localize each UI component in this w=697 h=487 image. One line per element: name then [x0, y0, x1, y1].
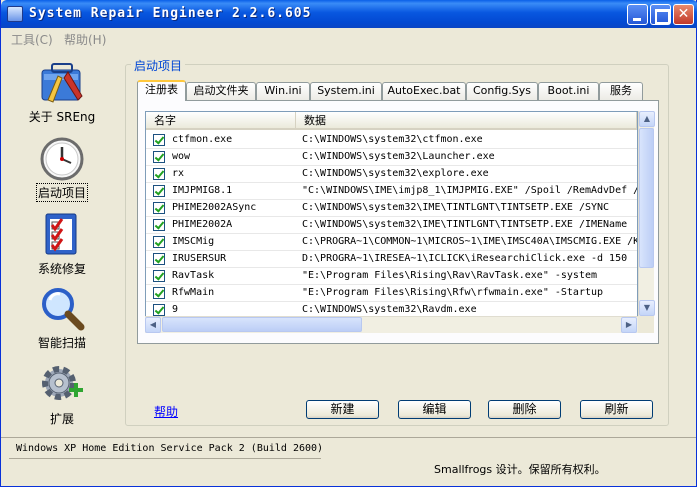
minimize-button[interactable]	[627, 4, 648, 25]
table-row[interactable]: wow C:\WINDOWS\system32\Launcher.exe	[146, 149, 637, 166]
scrollbar-corner	[638, 316, 654, 333]
menu-help[interactable]: 帮助(H)	[64, 31, 106, 48]
enabled-checkbox[interactable]	[153, 151, 165, 163]
row-name: RavTask	[172, 270, 215, 281]
maximize-button[interactable]	[650, 4, 671, 25]
sidebar-item-about[interactable]: 关于 SREng	[7, 60, 117, 125]
row-value: C:\WINDOWS\system32\ctfmon.exe	[302, 134, 483, 145]
table-row[interactable]: IMSCMig C:\PROGRA~1\COMMON~1\MICROS~1\IME…	[146, 234, 637, 251]
table-row[interactable]: IRUSERSUR D:\PROGRA~1\IRESEA~1\ICLICK\iRe…	[146, 251, 637, 268]
table-row[interactable]: ctfmon.exe C:\WINDOWS\system32\ctfmon.exe	[146, 132, 637, 149]
startup-list[interactable]: 名字 数据 ctfmon.exe C:\WINDOWS\system32\ctfm…	[145, 111, 638, 333]
table-row[interactable]: PHIME2002ASync C:\WINDOWS\system32\IME\TI…	[146, 200, 637, 217]
menu-tools[interactable]: 工具(C)	[11, 31, 53, 48]
sidebar-item-extend[interactable]: 扩展	[7, 362, 117, 427]
enabled-checkbox[interactable]	[153, 304, 165, 316]
row-name: IRUSERSUR	[172, 253, 227, 264]
enabled-checkbox[interactable]	[153, 253, 165, 265]
table-row[interactable]: RavTask "E:\Program Files\Rising\Rav\RavT…	[146, 268, 637, 285]
horizontal-scroll-thumb[interactable]	[162, 317, 362, 332]
enabled-checkbox[interactable]	[153, 287, 165, 299]
vertical-scrollbar[interactable]: ▲ ▼	[638, 111, 655, 316]
gear-plus-icon	[42, 366, 83, 400]
sidebar-item-label: 关于 SREng	[28, 110, 96, 124]
edit-button[interactable]: 编辑	[398, 400, 471, 419]
scroll-left-button[interactable]: ◀	[145, 317, 161, 333]
row-name: RfwMain	[172, 287, 215, 298]
row-name: IMJPMIG8.1	[172, 185, 233, 196]
enabled-checkbox[interactable]	[153, 134, 165, 146]
scroll-down-button[interactable]: ▼	[639, 300, 655, 316]
vertical-scroll-thumb[interactable]	[639, 128, 654, 268]
magnifier-icon	[42, 288, 85, 331]
row-name: rx	[172, 168, 185, 179]
row-value: C:\WINDOWS\system32\explore.exe	[302, 168, 489, 179]
column-header-name[interactable]: 名字	[146, 112, 296, 130]
scroll-right-button[interactable]: ▶	[621, 317, 637, 333]
tab-registry[interactable]: 注册表	[137, 80, 186, 101]
clock-icon	[40, 137, 84, 181]
row-value: C:\WINDOWS\system32\Launcher.exe	[302, 151, 495, 162]
row-name: PHIME2002A	[172, 219, 233, 230]
sidebar-item-label: 系统修复	[37, 262, 86, 276]
sidebar-item-startup[interactable]: 启动项目	[7, 136, 117, 202]
enabled-checkbox[interactable]	[153, 236, 165, 248]
tab-services[interactable]: 服务	[599, 82, 643, 100]
row-value: "E:\Program Files\Rising\Rfw\rfwmain.exe…	[302, 287, 604, 298]
sidebar-item-label: 智能扫描	[37, 336, 86, 350]
group-title: 启动项目	[131, 57, 186, 74]
row-value: C:\PROGRA~1\COMMON~1\MICROS~1\IME\IMSC40…	[302, 236, 637, 247]
close-button[interactable]: ✕	[673, 4, 694, 25]
scroll-up-button[interactable]: ▲	[639, 111, 655, 127]
about-toolbox-icon	[41, 63, 83, 103]
title-bar[interactable]: System Repair Engineer 2.2.6.605 ✕	[1, 0, 697, 28]
menu-bar: 工具(C) 帮助(H)	[1, 28, 696, 48]
tab-config-sys[interactable]: Config.Sys	[466, 82, 538, 100]
checklist-icon	[45, 213, 77, 255]
table-row[interactable]: PHIME2002A C:\WINDOWS\system32\IME\TINTLG…	[146, 217, 637, 234]
window-title: System Repair Engineer 2.2.6.605	[29, 6, 312, 21]
row-value: C:\WINDOWS\system32\IME\TINTLGNT\TINTSET…	[302, 219, 628, 230]
tab-win-ini[interactable]: Win.ini	[256, 82, 310, 100]
sidebar-item-smart-scan[interactable]: 智能扫描	[7, 286, 117, 351]
new-button[interactable]: 新建	[306, 400, 379, 419]
row-name: wow	[172, 151, 191, 162]
row-value: D:\PROGRA~1\IRESEA~1\ICLICK\iResearchiCl…	[302, 253, 628, 264]
row-value: C:\WINDOWS\system32\IME\TINTLGNT\TINTSET…	[302, 202, 610, 213]
row-name: ctfmon.exe	[172, 134, 233, 145]
row-name: PHIME2002ASync	[172, 202, 257, 213]
table-row[interactable]: rx C:\WINDOWS\system32\explore.exe	[146, 166, 637, 183]
enabled-checkbox[interactable]	[153, 270, 165, 282]
close-icon: ✕	[677, 6, 690, 22]
tab-boot-ini[interactable]: Boot.ini	[538, 82, 599, 100]
tab-system-ini[interactable]: System.ini	[310, 82, 382, 100]
enabled-checkbox[interactable]	[153, 219, 165, 231]
column-header-data[interactable]: 数据	[296, 112, 637, 130]
enabled-checkbox[interactable]	[153, 185, 165, 197]
os-version-text: Windows XP Home Edition Service Pack 2 (…	[16, 443, 324, 454]
delete-button[interactable]: 删除	[488, 400, 561, 419]
tab-startup-folder[interactable]: 启动文件夹	[186, 82, 256, 100]
help-link[interactable]: 帮助	[154, 403, 178, 420]
horizontal-scrollbar[interactable]: ◀ ▶	[145, 316, 638, 333]
status-divider	[9, 458, 321, 459]
row-value: "C:\WINDOWS\IME\imjp8_1\IMJPMIG.EXE" /Sp…	[302, 185, 637, 196]
sidebar-item-label: 启动项目	[35, 183, 89, 202]
app-icon	[7, 6, 23, 22]
row-name: IMSCMig	[172, 236, 215, 247]
table-row[interactable]: IMJPMIG8.1 "C:\WINDOWS\IME\imjp8_1\IMJPMI…	[146, 183, 637, 200]
tab-autoexec-bat[interactable]: AutoExec.bat	[382, 82, 466, 100]
row-value: "E:\Program Files\Rising\Rav\RavTask.exe…	[302, 270, 598, 281]
enabled-checkbox[interactable]	[153, 202, 165, 214]
sidebar-item-system-repair[interactable]: 系统修复	[7, 212, 117, 277]
list-header: 名字 数据	[146, 112, 637, 130]
refresh-button[interactable]: 刷新	[580, 400, 653, 419]
enabled-checkbox[interactable]	[153, 168, 165, 180]
copyright-text: Smallfrogs 设计。保留所有权利。	[434, 463, 606, 476]
main-window: System Repair Engineer 2.2.6.605 ✕ 工具(C)…	[0, 0, 697, 487]
table-row[interactable]: RfwMain "E:\Program Files\Rising\Rfw\rfwm…	[146, 285, 637, 302]
sidebar-item-label: 扩展	[49, 412, 74, 426]
